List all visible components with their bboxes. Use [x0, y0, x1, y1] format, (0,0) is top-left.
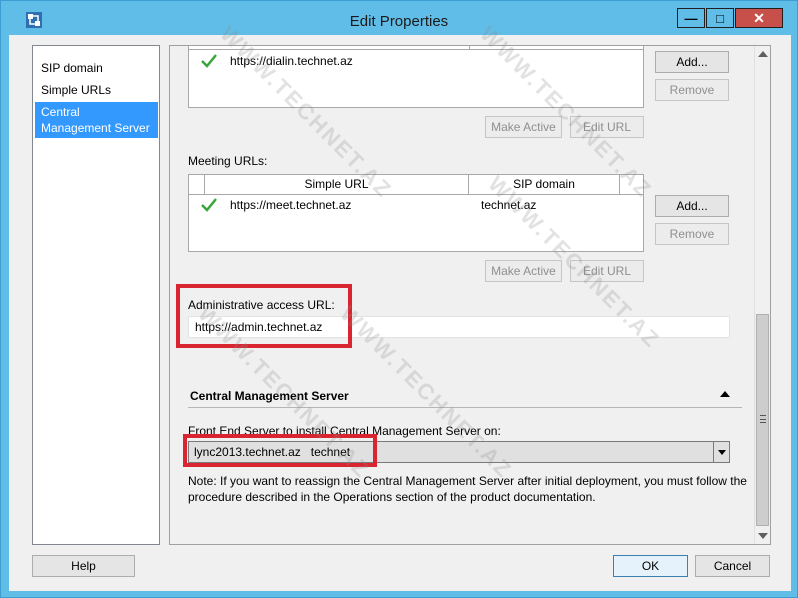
cms-section-title: Central Management Server [190, 389, 349, 403]
vertical-scrollbar[interactable] [754, 46, 770, 544]
dialin-list-header [189, 46, 643, 50]
column-header-filler [620, 175, 643, 195]
grip-icon [760, 415, 766, 423]
dialin-urls-list[interactable]: https://dialin.technet.az [188, 46, 644, 108]
properties-panel: https://dialin.technet.az Add... Remove … [169, 45, 771, 545]
cms-note: Note: If you want to reassign the Centra… [188, 474, 747, 504]
dialog-window: Edit Properties — □ ✕ SIP domain Simple … [0, 0, 798, 598]
dialin-remove-button[interactable]: Remove [655, 79, 729, 101]
dialin-edit-url-button[interactable]: Edit URL [570, 116, 644, 138]
collapse-arrow-icon[interactable] [720, 391, 730, 397]
close-button[interactable]: ✕ [735, 8, 783, 28]
title-bar[interactable]: Edit Properties — □ ✕ [1, 1, 797, 35]
dialog-body: SIP domain Simple URLs Central Managemen… [9, 35, 791, 591]
meeting-simple-url: https://meet.technet.az [230, 198, 352, 212]
cms-section-header[interactable]: Central Management Server [188, 384, 742, 408]
cancel-button[interactable]: Cancel [695, 555, 770, 577]
column-header-simple-url[interactable]: Simple URL [205, 175, 469, 195]
ok-button[interactable]: OK [613, 555, 688, 577]
close-icon: ✕ [753, 9, 765, 26]
help-button[interactable]: Help [32, 555, 135, 577]
active-check-icon [201, 198, 217, 212]
scrollbar-thumb[interactable] [756, 314, 769, 526]
nav-item-simple-urls[interactable]: Simple URLs [35, 80, 158, 100]
chevron-down-icon [718, 450, 726, 455]
meeting-add-button[interactable]: Add... [655, 195, 729, 217]
meeting-edit-url-button[interactable]: Edit URL [570, 260, 644, 282]
minimize-icon: — [684, 10, 698, 26]
scroll-up-arrow-icon[interactable] [758, 51, 768, 57]
maximize-icon: □ [716, 10, 724, 26]
admin-url-highlight [176, 284, 352, 348]
maximize-button[interactable]: □ [706, 8, 734, 28]
meeting-make-active-button[interactable]: Make Active [485, 260, 562, 282]
meeting-urls-label: Meeting URLs: [188, 154, 268, 168]
minimize-button[interactable]: — [677, 8, 705, 28]
nav-item-central-management-server[interactable]: Central Management Server [35, 102, 158, 138]
nav-item-sip-domain[interactable]: SIP domain [35, 58, 158, 78]
dialin-simple-url: https://dialin.technet.az [230, 54, 353, 68]
dialin-make-active-button[interactable]: Make Active [485, 116, 562, 138]
meeting-remove-button[interactable]: Remove [655, 223, 729, 245]
front-end-highlight [183, 434, 377, 467]
column-header-icon [189, 175, 205, 195]
meeting-urls-list[interactable]: Simple URL SIP domain https://meet.techn… [188, 174, 644, 252]
scroll-down-arrow-icon[interactable] [758, 533, 768, 539]
dialin-add-button[interactable]: Add... [655, 51, 729, 73]
meeting-sip-domain: technet.az [481, 198, 537, 212]
navigation-list[interactable]: SIP domain Simple URLs Central Managemen… [32, 45, 160, 545]
front-end-dropdown-button[interactable] [713, 442, 729, 462]
active-check-icon [201, 54, 217, 68]
column-header-sip-domain[interactable]: SIP domain [469, 175, 620, 195]
